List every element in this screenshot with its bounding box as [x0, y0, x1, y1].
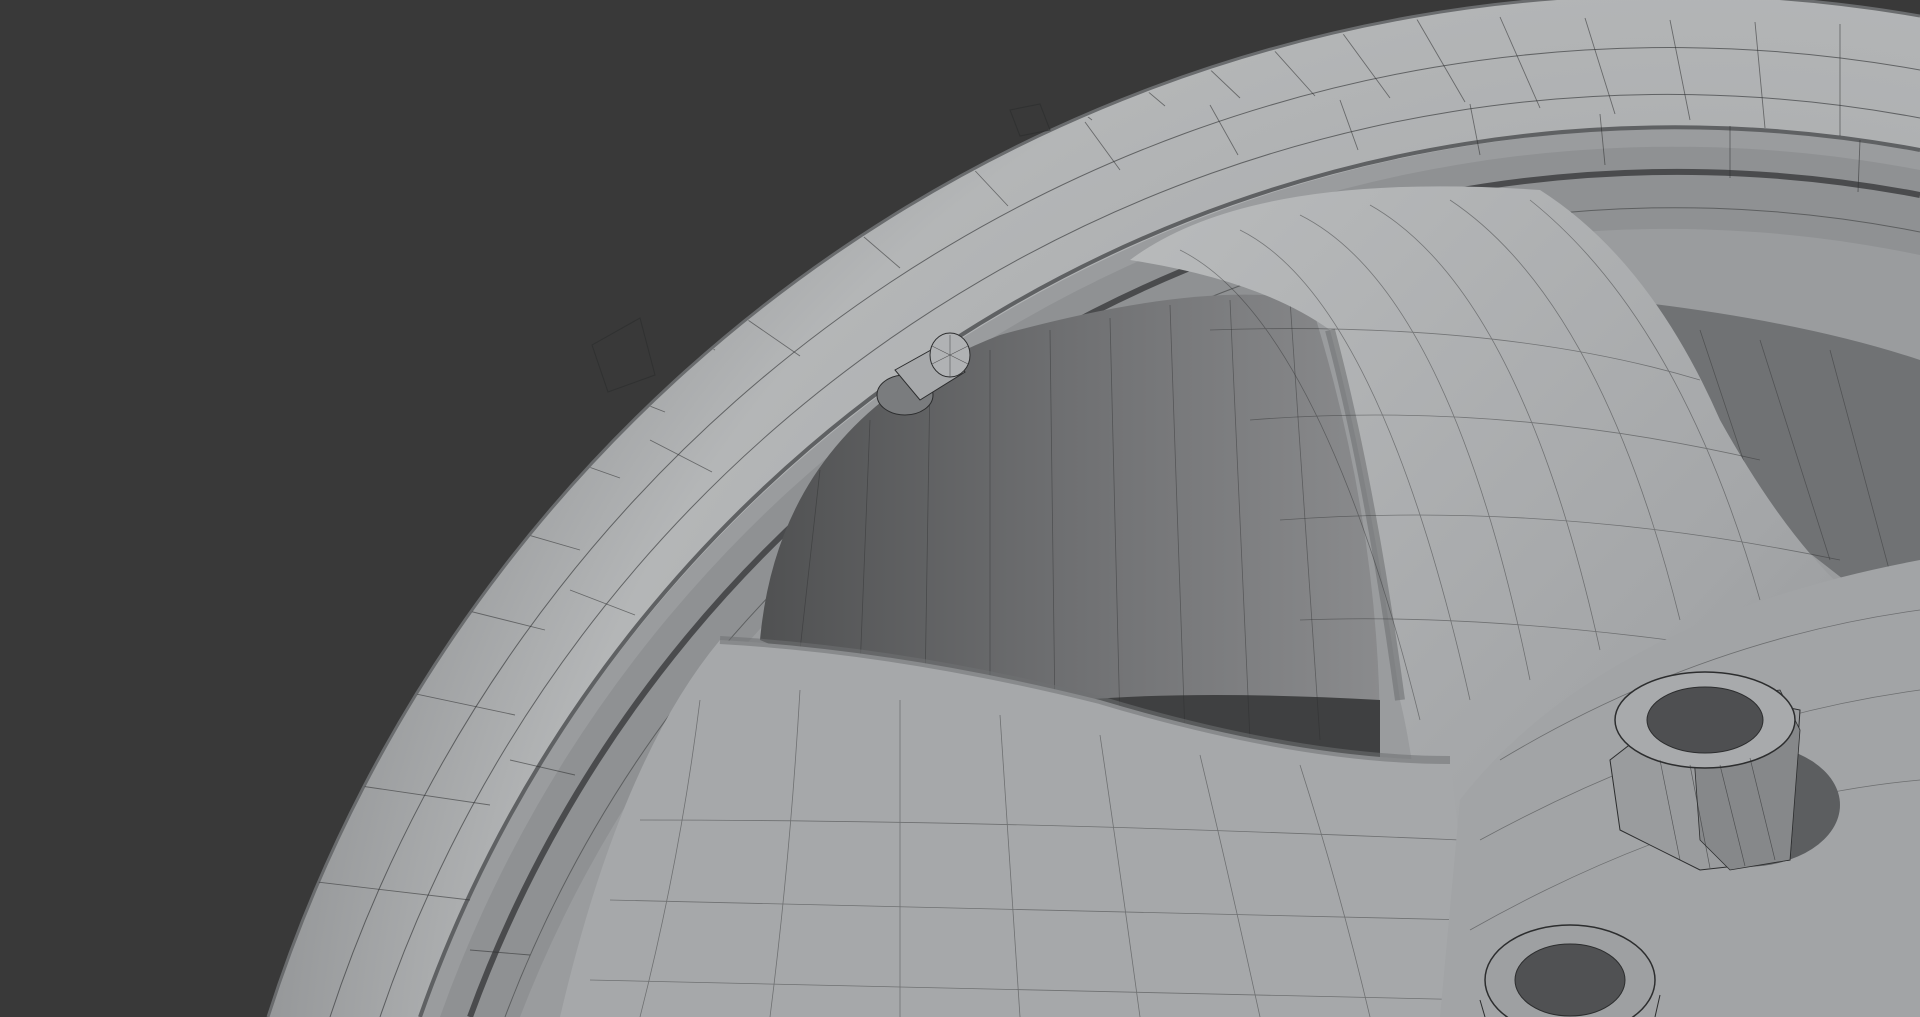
3d-viewport[interactable]	[0, 0, 1920, 1017]
wheel-render	[266, 0, 1920, 1017]
